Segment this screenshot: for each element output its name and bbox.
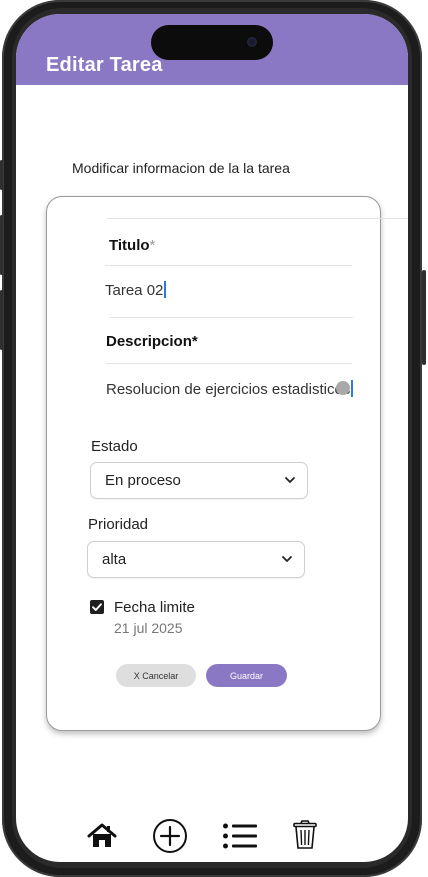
- camera-dot: [247, 37, 257, 47]
- priority-label: Prioridad: [88, 516, 149, 533]
- cancel-button[interactable]: X Cancelar: [116, 664, 196, 687]
- page-title: Editar Tarea: [46, 54, 163, 76]
- home-icon[interactable]: [87, 823, 117, 849]
- text-selection-handle[interactable]: [336, 381, 350, 395]
- status-label: Estado: [91, 438, 138, 455]
- save-button[interactable]: Guardar: [206, 664, 287, 687]
- text-caret: [351, 380, 354, 397]
- trash-icon[interactable]: [293, 820, 317, 850]
- title-label: Titulo*: [109, 237, 156, 254]
- deadline-checkbox[interactable]: [90, 600, 104, 614]
- checkmark-icon: [92, 603, 102, 611]
- description-divider: [106, 363, 352, 364]
- description-input[interactable]: Resolucion de ejercicios estadisticos: [106, 380, 354, 398]
- chevron-down-icon: [285, 477, 295, 483]
- title-bottom-divider: [109, 317, 353, 318]
- deadline-date[interactable]: 21 jul 2025: [114, 620, 183, 636]
- text-caret: [164, 281, 167, 298]
- add-circle-icon[interactable]: [152, 818, 188, 854]
- status-select-value: En proceso: [105, 472, 181, 489]
- side-button-right: [422, 270, 426, 365]
- side-button-left-2: [0, 215, 3, 275]
- priority-select-value: alta: [102, 551, 127, 568]
- list-icon[interactable]: [222, 822, 258, 850]
- deadline-label: Fecha limite: [114, 599, 195, 616]
- dynamic-island: [151, 25, 273, 60]
- card-top-divider: [107, 218, 408, 219]
- description-label: Descripcion*: [106, 333, 198, 350]
- priority-select[interactable]: alta: [87, 541, 305, 578]
- status-select[interactable]: En proceso: [90, 462, 308, 499]
- title-input[interactable]: Tarea 02: [105, 281, 167, 299]
- chevron-down-icon: [282, 556, 292, 562]
- app-screen: Editar Tarea Modificar informacion de la…: [16, 14, 408, 862]
- page-subtitle: Modificar informacion de la la tarea: [72, 160, 290, 176]
- side-button-left-1: [0, 160, 3, 190]
- title-divider: [105, 265, 352, 266]
- edit-task-card: Titulo* Tarea 02 Descripcion* Resolucion…: [46, 196, 408, 731]
- side-button-left-3: [0, 290, 3, 350]
